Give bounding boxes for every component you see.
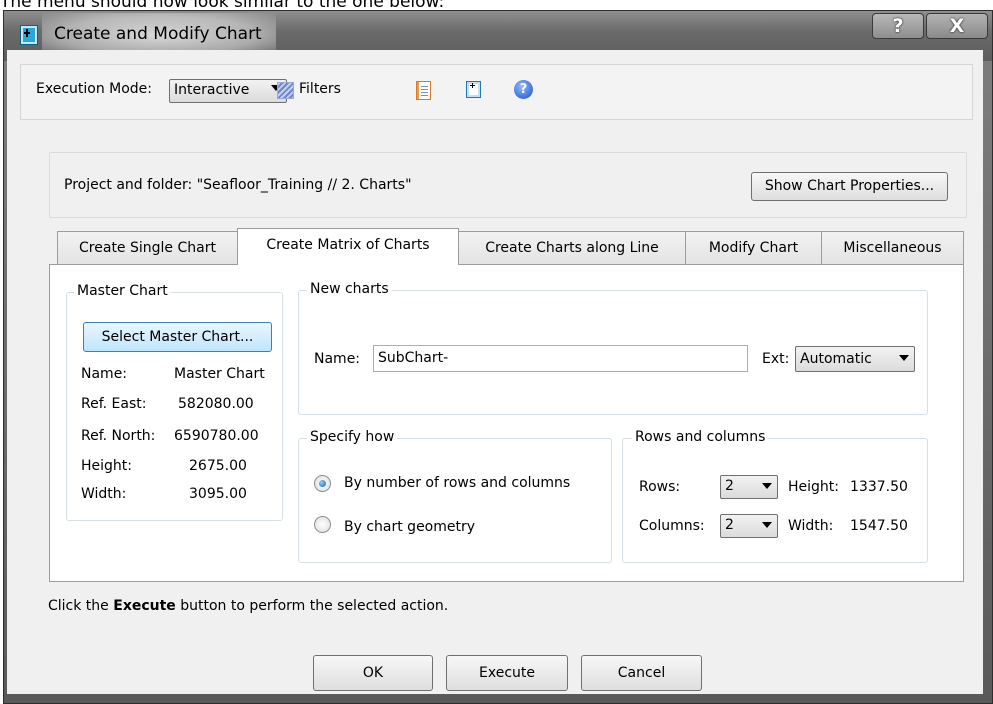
columns-label: Columns:	[639, 518, 705, 534]
columns-value: 2	[725, 517, 734, 533]
master-ref-east-label: Ref. East:	[81, 396, 147, 412]
ext-select[interactable]: Automatic	[795, 346, 915, 372]
close-button[interactable]: X	[926, 13, 988, 39]
rows-label: Rows:	[639, 479, 681, 495]
height-label: Height:	[788, 479, 839, 495]
new-chart-name-input[interactable]: SubChart-	[373, 345, 748, 372]
rows-select[interactable]: 2	[720, 475, 778, 499]
execution-mode-select[interactable]: Interactive	[169, 79, 287, 103]
radio-by-chart-geometry[interactable]	[314, 516, 331, 533]
chevron-down-icon	[899, 355, 909, 361]
show-chart-properties-button[interactable]: Show Chart Properties...	[751, 172, 948, 201]
help-button[interactable]: ?	[872, 13, 924, 39]
master-ref-north-value: 6590780.00	[174, 428, 259, 444]
tab-modify-chart[interactable]: Modify Chart	[685, 231, 822, 265]
width-label: Width:	[788, 518, 834, 534]
master-width-label: Width:	[81, 486, 127, 502]
master-chart-group-label: Master Chart	[74, 283, 171, 299]
tab-miscellaneous[interactable]: Miscellaneous	[821, 231, 964, 265]
execute-button[interactable]: Execute	[446, 655, 568, 691]
tab-create-charts-along-line[interactable]: Create Charts along Line	[458, 231, 686, 265]
new-charts-group-label: New charts	[307, 281, 392, 297]
height-value: 1337.50	[850, 479, 908, 495]
rows-value: 2	[725, 478, 734, 494]
chevron-down-icon	[762, 522, 772, 528]
filters-button[interactable]: Filters	[299, 81, 341, 97]
master-ref-east-value: 582080.00	[178, 396, 254, 412]
page-caption: The menu should now look similar to the …	[0, 0, 445, 10]
ext-label: Ext:	[762, 351, 790, 367]
specify-how-group	[298, 438, 612, 563]
new-chart-name-label: Name:	[314, 351, 361, 367]
master-height-label: Height:	[81, 458, 132, 474]
ok-button[interactable]: OK	[313, 655, 433, 691]
hint-execute-bold: Execute	[113, 598, 176, 614]
chevron-down-icon	[762, 483, 772, 489]
new-chart-icon[interactable]	[466, 81, 481, 98]
select-master-chart-button[interactable]: Select Master Chart...	[83, 322, 272, 352]
app-icon	[20, 25, 38, 45]
specify-how-group-label: Specify how	[307, 429, 398, 445]
radio-by-chart-geometry-label[interactable]: By chart geometry	[344, 519, 475, 535]
execution-mode-value: Interactive	[174, 82, 250, 98]
hint-prefix: Click the	[48, 598, 114, 614]
columns-select[interactable]: 2	[720, 514, 778, 538]
filters-icon[interactable]	[277, 82, 294, 99]
project-folder-text: Project and folder: "Seafloor_Training /…	[64, 177, 412, 193]
master-name-value: Master Chart	[174, 366, 265, 382]
width-value: 1547.50	[850, 518, 908, 534]
cancel-button[interactable]: Cancel	[581, 655, 702, 691]
help-circle-icon[interactable]: ?	[514, 80, 533, 99]
rows-columns-group	[622, 438, 928, 563]
hint-text: Click the Execute button to perform the …	[48, 598, 448, 614]
document-icon[interactable]	[416, 81, 431, 100]
active-tab-joiner	[238, 263, 458, 266]
master-height-value: 2675.00	[189, 458, 247, 474]
execution-mode-label: Execution Mode:	[36, 81, 153, 97]
master-name-label: Name:	[81, 366, 128, 382]
ext-value: Automatic	[800, 351, 872, 367]
master-ref-north-label: Ref. North:	[81, 428, 156, 444]
tab-create-matrix-of-charts[interactable]: Create Matrix of Charts	[237, 228, 459, 266]
radio-by-rows-and-columns-label[interactable]: By number of rows and columns	[344, 475, 570, 491]
master-width-value: 3095.00	[189, 486, 247, 502]
toolbar	[20, 64, 973, 120]
hint-suffix: button to perform the selected action.	[175, 598, 449, 614]
rows-columns-group-label: Rows and columns	[632, 429, 769, 445]
radio-by-rows-and-columns[interactable]	[314, 475, 331, 492]
tab-create-single-chart[interactable]: Create Single Chart	[57, 231, 238, 265]
